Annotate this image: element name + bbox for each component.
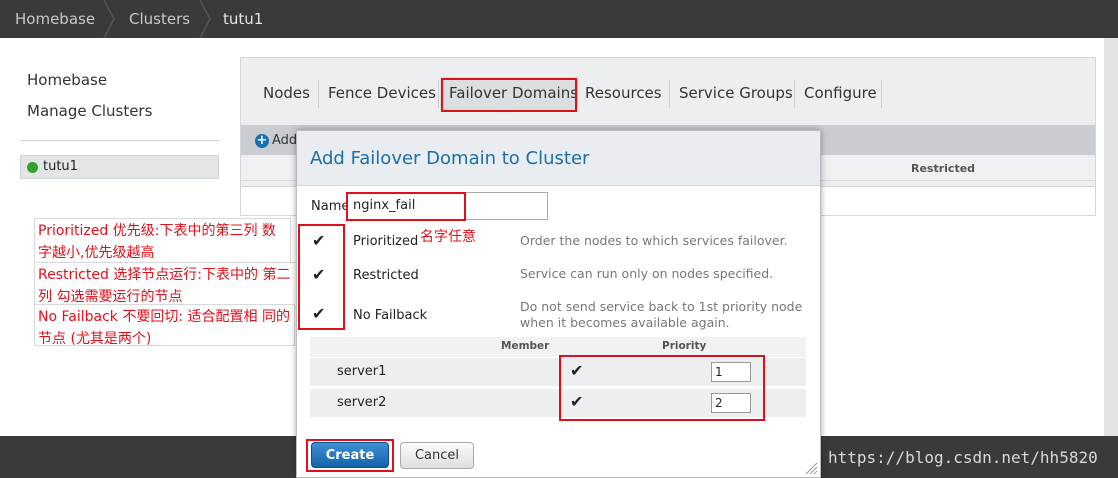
cluster-name: tutu1 [43,159,78,174]
status-dot-icon [27,162,38,173]
breadcrumb-current: tutu1 [223,10,264,28]
breadcrumb-clusters[interactable]: Clusters [129,0,190,38]
add-icon[interactable]: + [255,134,269,148]
prioritized-label: Prioritized [353,234,419,249]
name-label: Name [311,199,350,214]
dialog-title: Add Failover Domain to Cluster [310,148,590,169]
members-table-header [310,337,806,357]
cancel-button[interactable]: Cancel [400,442,474,469]
prioritized-description: Order the nodes to which services failov… [520,233,788,248]
sidebar-divider [20,140,220,141]
sidebar-cluster-item[interactable]: tutu1 [20,155,219,179]
nofailback-label: No Failback [353,308,428,323]
note-prioritized: Prioritized 优先级:下表中的第三列 数字越小,优先级越高 [34,218,291,264]
highlight-name-input [346,192,466,221]
tab-configure[interactable]: Configure [804,84,877,102]
note-restricted: Restricted 选择节点运行:下表中的 第二列 勾选需要运行的节点 [34,262,297,308]
sidebar-item-homebase[interactable]: Homebase [27,71,107,89]
column-restricted: Restricted [911,162,976,175]
tab-divider [318,80,319,108]
tab-divider [669,80,670,108]
breadcrumb-chevron-icon [103,0,115,38]
highlight-members [559,355,765,421]
sidebar-item-manage-clusters[interactable]: Manage Clusters [27,102,152,120]
tab-divider [881,80,882,108]
column-priority: Priority [662,340,707,352]
scrollbar[interactable] [1104,38,1118,436]
restricted-description: Service can run only on nodes specified. [520,266,774,281]
name-note: 名字任意 [420,229,476,245]
tab-resources[interactable]: Resources [585,84,662,102]
nofailback-description: Do not send service back to 1st priority… [520,299,803,330]
highlight-create [306,439,394,472]
tab-divider [794,80,795,108]
add-button[interactable]: Add [272,133,297,148]
highlight-failover-tab [441,78,577,112]
breadcrumb-chevron-icon [199,0,211,38]
tab-nodes[interactable]: Nodes [263,84,310,102]
note-nofailback: No Failback 不要回切: 适合配置相 同的节点 (尤其是两个) [34,304,295,347]
tab-fence-devices[interactable]: Fence Devices [328,84,436,102]
column-member: Member [501,340,550,352]
member-name: server1 [337,364,387,379]
breadcrumb-homebase[interactable]: Homebase [15,0,95,38]
tab-service-groups[interactable]: Service Groups [679,84,793,102]
highlight-option-checkboxes [298,224,345,330]
restricted-label: Restricted [353,268,419,283]
tab-divider [577,80,578,108]
member-name: server2 [337,395,387,410]
tab-divider [438,80,439,108]
resize-grip-icon[interactable] [804,461,818,475]
watermark: https://blog.csdn.net/hh5820 [828,448,1098,467]
